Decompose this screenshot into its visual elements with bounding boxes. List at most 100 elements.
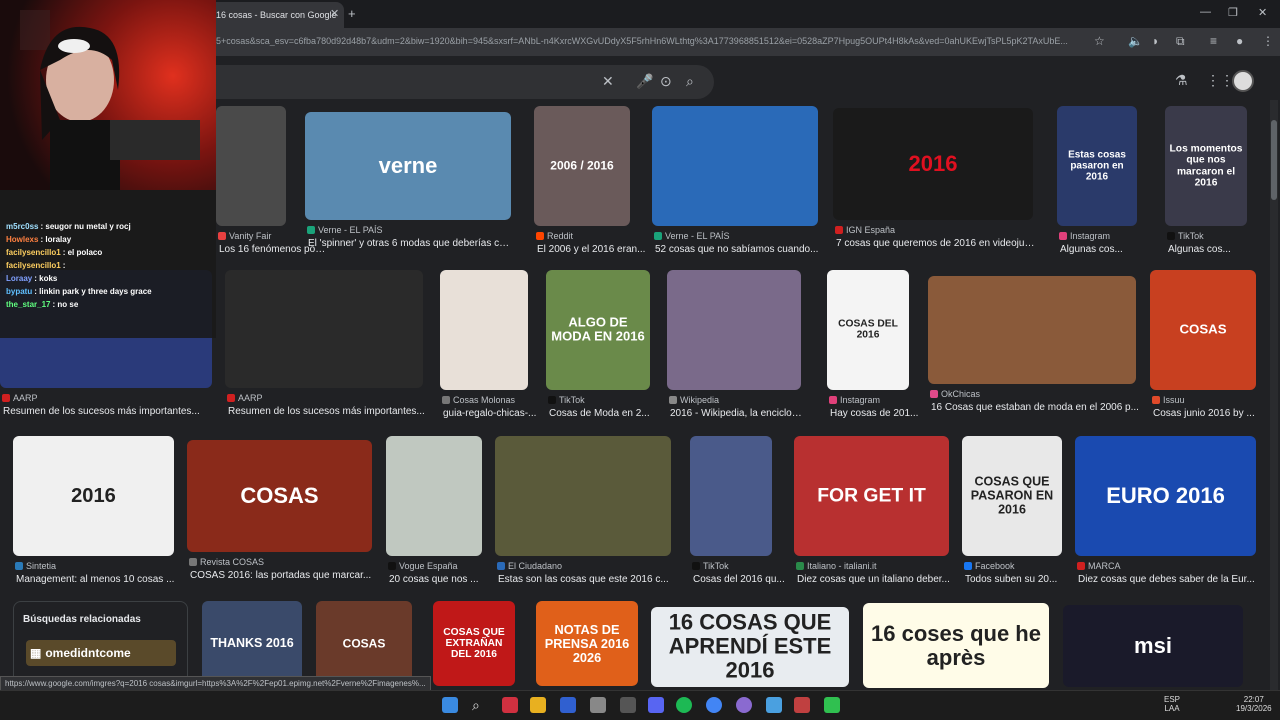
profile-icon[interactable]: ● [1236,34,1243,48]
result-image[interactable]: FOR GET IT [794,436,949,556]
close-icon[interactable]: ✕ [330,7,339,20]
app-icon[interactable] [736,697,752,713]
result-source[interactable]: Cosas Molonas [442,395,530,405]
result-image[interactable]: COSAS [316,601,412,686]
result-image[interactable]: COSAS [1150,270,1256,390]
lens-icon[interactable]: ⊙ [660,73,672,90]
result-source[interactable]: MARCA [1077,561,1258,571]
result-caption[interactable]: 52 cosas que no sabíamos cuando... [655,244,821,255]
result-caption[interactable]: Diez cosas que debes saber de la Eur... [1078,574,1259,585]
result-image[interactable] [667,270,801,390]
result-image[interactable]: 2006 / 2016 [534,106,630,226]
result-caption[interactable]: 7 cosas que queremos de 2016 en videojue… [836,238,1036,249]
result-caption[interactable]: Cosas junio 2016 by ... [1153,408,1263,419]
bookmark-star-icon[interactable]: ☆ [1094,34,1105,48]
result-image[interactable] [386,436,482,556]
result-caption[interactable]: Todos suben su 20... [965,574,1075,585]
result-image[interactable]: COSAS [187,440,372,552]
result-source[interactable]: Italiano - italiani.it [796,561,951,571]
result-caption[interactable]: Algunas cos... [1060,244,1170,255]
result-source[interactable]: Facebook [964,561,1064,571]
result-image[interactable]: 2016 [13,436,174,556]
result-source[interactable]: TikTok [1167,231,1249,241]
result-caption[interactable]: Cosas de Moda en 2... [549,408,659,419]
result-caption[interactable]: 2016 - Wikipedia, la enciclop... [670,408,804,419]
result-caption[interactable]: guia-regalo-chicas-... [443,408,553,419]
url-field[interactable]: 5+cosas&sca_esv=c6fba780d92d48b7&udm=2&b… [216,36,1086,46]
result-caption[interactable]: Estas son las cosas que este 2016 c... [498,574,674,585]
minimize-icon[interactable]: — [1200,6,1211,18]
new-tab-button[interactable]: + [348,6,356,21]
volume-icon[interactable]: 🔈 [1128,34,1143,48]
result-image[interactable]: EURO 2016 [1075,436,1256,556]
result-source[interactable]: IGN España [835,225,1035,235]
spotify-icon[interactable] [676,697,692,713]
result-image[interactable]: Estas cosas pasaron en 2016 [1057,106,1137,226]
result-source[interactable]: Revista COSAS [189,557,374,567]
app-icon[interactable] [502,697,518,713]
result-image[interactable]: Los momentos que nos marcaron el 2016 [1165,106,1247,226]
result-image[interactable]: msi [1063,605,1243,687]
result-source[interactable]: Issuu [1152,395,1258,405]
result-image[interactable]: ALGO DE MODA EN 2016 [546,270,650,390]
result-caption[interactable]: Cosas del 2016 qu... [693,574,803,585]
menu-icon[interactable]: ⋮ [1262,34,1274,48]
result-image[interactable] [225,270,423,388]
tab-google-search[interactable]: 16 cosas - Buscar con Google [208,2,344,28]
result-source[interactable]: El Ciudadano [497,561,673,571]
start-icon[interactable] [442,697,458,713]
chrome-icon[interactable] [706,697,722,713]
result-caption[interactable]: 20 cosas que nos ... [389,574,499,585]
result-image[interactable]: COSAS QUE EXTRAÑAN DEL 2016 [433,601,515,686]
result-image[interactable]: NOTAS DE PRENSA 2016 2026 [536,601,638,686]
app-icon[interactable] [590,697,606,713]
media-icon[interactable]: ≡ [1210,34,1217,48]
account-avatar[interactable] [1232,70,1254,92]
result-caption[interactable]: El 'spinner' y otras 6 modas que debería… [308,238,514,249]
result-source[interactable]: Instagram [829,395,911,405]
result-image[interactable]: verne [305,112,511,220]
lang-indicator[interactable]: ESP LAA [1164,695,1180,713]
result-caption[interactable]: El 2006 y el 2016 eran... [537,244,647,255]
app-icon[interactable] [766,697,782,713]
related-chip[interactable]: ▦ omedidntcome [26,640,176,666]
kick-icon[interactable] [824,697,840,713]
result-source[interactable]: Vanity Fair [218,231,288,241]
result-caption[interactable]: Hay cosas de 201... [830,408,940,419]
result-source[interactable]: TikTok [548,395,652,405]
result-image[interactable]: THANKS 2016 [202,601,302,686]
result-source[interactable]: Instagram [1059,231,1139,241]
result-source[interactable]: Reddit [536,231,632,241]
result-image[interactable]: COSAS DEL 2016 [827,270,909,390]
result-image[interactable]: COSAS QUE PASARON EN 2016 [962,436,1062,556]
apps-grid-icon[interactable]: ⋮⋮ [1206,72,1234,89]
search-icon[interactable]: ⌕ [686,73,694,90]
close-window-icon[interactable]: ✕ [1258,6,1267,19]
labs-icon[interactable]: ⚗ [1175,72,1188,89]
related-searches[interactable]: Búsquedas relacionadas ▦ omedidntcome [13,601,188,686]
clear-icon[interactable]: ✕ [602,73,614,90]
vscode-icon[interactable] [560,697,576,713]
search-taskbar-icon[interactable]: ⌕ [472,697,488,713]
result-caption[interactable]: Algunas cos... [1168,244,1278,255]
result-source[interactable]: Wikipedia [669,395,803,405]
result-source[interactable]: TikTok [692,561,774,571]
clock[interactable]: 22:07 19/3/2026 [1236,695,1272,713]
app-icon[interactable] [620,697,636,713]
scrollbar-thumb[interactable] [1271,120,1277,200]
result-source[interactable]: Verne - EL PAÍS [307,225,513,235]
result-image[interactable] [652,106,818,226]
result-caption[interactable]: Diez cosas que un italiano deber... [797,574,952,585]
result-source[interactable]: AARP [2,393,214,403]
app-icon[interactable] [794,697,810,713]
result-caption[interactable]: Resumen de los sucesos más importantes..… [228,406,426,417]
result-caption[interactable]: Management: al menos 10 cosas ... [16,574,177,585]
result-image[interactable]: 2016 [833,108,1033,220]
search-input[interactable]: ✕ 🎤 ⊙ ⌕ [216,65,714,99]
restore-icon[interactable]: ❐ [1228,6,1238,19]
result-source[interactable]: OkChicas [930,389,1138,399]
result-image[interactable]: 16 COSAS QUE APRENDÍ ESTE 2016 [651,607,849,687]
puzzle-icon[interactable]: ⧉ [1176,34,1185,49]
mic-icon[interactable]: 🎤 [636,73,653,90]
result-image[interactable] [928,276,1136,384]
